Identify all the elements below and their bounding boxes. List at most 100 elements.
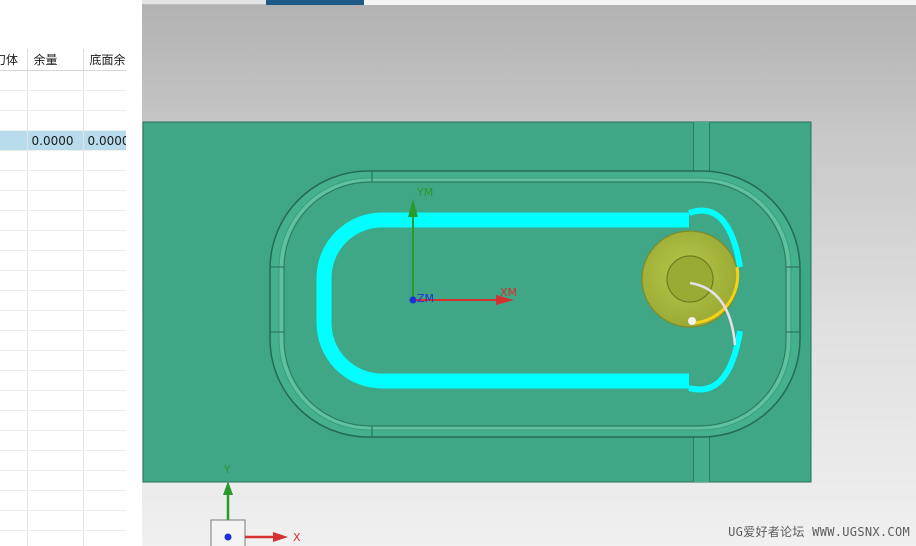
table-cell	[83, 90, 126, 111]
table-cell	[27, 190, 84, 211]
table-row[interactable]	[0, 430, 126, 451]
tool-tip-point	[688, 317, 696, 325]
table-row[interactable]	[0, 250, 126, 271]
table-cell	[0, 330, 28, 351]
table-cell	[0, 270, 28, 291]
table-cell	[83, 490, 126, 511]
table-row[interactable]	[0, 110, 126, 131]
table-cell	[0, 130, 28, 151]
table-row[interactable]	[0, 170, 126, 191]
table-row[interactable]	[0, 230, 126, 251]
table-row[interactable]: 0.0000 0.0000	[0, 130, 126, 151]
table-cell	[27, 350, 84, 371]
column-header-stock[interactable]: 余量	[27, 49, 84, 71]
wcs-origin	[409, 296, 417, 304]
table-cell	[83, 230, 126, 251]
table-cell	[0, 230, 28, 251]
table-cell	[83, 430, 126, 451]
wcs-y-label: YM	[416, 186, 433, 199]
table-cell	[0, 70, 28, 91]
table-cell	[0, 150, 28, 171]
triad-y-label: Y	[223, 463, 231, 476]
column-header-body[interactable]: 刀体	[0, 49, 28, 71]
table-cell	[0, 310, 28, 331]
table-cell	[0, 210, 28, 231]
table-cell	[83, 150, 126, 171]
wcs-z-label: ZM	[417, 292, 434, 305]
table-cell	[83, 350, 126, 371]
table-cell	[27, 210, 84, 231]
triad-x-arrowhead	[273, 532, 288, 542]
table-row[interactable]	[0, 290, 126, 311]
table-cell	[27, 370, 84, 391]
table-cell	[83, 510, 126, 531]
table-row[interactable]	[0, 210, 126, 231]
table-cell	[83, 250, 126, 271]
table-row[interactable]	[0, 70, 126, 91]
table-row[interactable]	[0, 410, 126, 431]
table-row[interactable]	[0, 390, 126, 411]
table-row[interactable]	[0, 490, 126, 511]
triad-origin-box[interactable]	[210, 519, 246, 546]
table-cell	[0, 250, 28, 271]
table-row[interactable]	[0, 370, 126, 391]
table-cell	[83, 370, 126, 391]
table-row[interactable]	[0, 150, 126, 171]
table-cell	[27, 150, 84, 171]
table-cell	[83, 210, 126, 231]
table-row[interactable]	[0, 530, 126, 546]
table-cell	[83, 170, 126, 191]
operation-navigator: 刀体 余量 底面余 0.00000.0000	[0, 0, 127, 546]
table-cell	[83, 330, 126, 351]
table-cell	[27, 530, 84, 546]
table-header-row: 刀体 余量 底面余	[0, 49, 126, 71]
table-cell	[0, 370, 28, 391]
table-row[interactable]	[0, 450, 126, 471]
wcs-x-label: XM	[500, 286, 517, 299]
table-cell	[0, 510, 28, 531]
table-cell	[83, 390, 126, 411]
table-cell	[27, 70, 84, 91]
table-cell	[83, 530, 126, 546]
table-cell	[83, 70, 126, 91]
table-cell	[0, 530, 28, 546]
tool-shank	[666, 255, 714, 303]
table-cell	[83, 310, 126, 331]
table-row[interactable]	[0, 510, 126, 531]
table-cell	[27, 470, 84, 491]
table-row[interactable]	[0, 90, 126, 111]
table-cell	[0, 110, 28, 131]
table-cell	[83, 270, 126, 291]
table-cell	[83, 190, 126, 211]
column-header-floor-stock[interactable]: 底面余	[83, 49, 126, 71]
table-row[interactable]	[0, 350, 126, 371]
table-cell	[0, 470, 28, 491]
table-cell	[27, 390, 84, 411]
triad-y-arrowhead	[223, 481, 233, 495]
table-cell	[83, 110, 126, 131]
table-cell: 0.0000	[27, 130, 84, 151]
table-cell	[27, 330, 84, 351]
table-cell	[27, 490, 84, 511]
table-cell	[0, 490, 28, 511]
table-cell	[83, 450, 126, 471]
panel-splitter[interactable]	[126, 0, 142, 546]
table-row[interactable]	[0, 310, 126, 331]
table-cell	[27, 430, 84, 451]
table-cell	[83, 470, 126, 491]
table-cell	[0, 190, 28, 211]
table-cell	[0, 90, 28, 111]
table-cell	[0, 350, 28, 371]
table-cell	[27, 310, 84, 331]
table-cell	[27, 110, 84, 131]
table-row[interactable]	[0, 330, 126, 351]
graphics-window[interactable]: YM XM ZM Y X UG爱好者论坛 WWW.UGSNX.COM	[142, 5, 916, 546]
table-cell	[27, 90, 84, 111]
table-row[interactable]	[0, 470, 126, 491]
table-cell	[27, 450, 84, 471]
table-row[interactable]	[0, 190, 126, 211]
table-cell	[27, 410, 84, 431]
table-row[interactable]	[0, 270, 126, 291]
table-cell	[27, 510, 84, 531]
table-cell	[27, 250, 84, 271]
